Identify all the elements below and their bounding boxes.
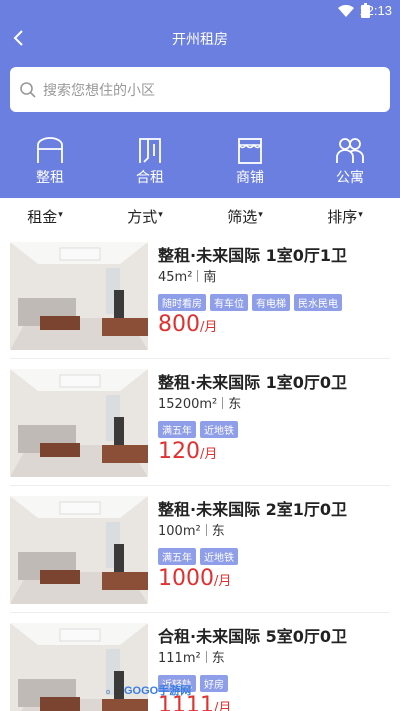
listing-item[interactable]: 整租·未来国际 1室0厅1卫 45m² 南 随时看房 有车位 有电梯 民水民电 800/…: [10, 242, 390, 352]
listing-tags: 满五年 近地铁: [158, 546, 242, 565]
listing-item[interactable]: 合租·未来国际 5室0厅0卫 111m² 东 近轻轨 好房 1111/月: [10, 623, 390, 711]
room-photo: [10, 496, 148, 604]
category-label: 整租: [36, 170, 64, 186]
door-icon: [139, 138, 161, 163]
nav-bar: 开州租房: [0, 24, 400, 54]
divider: [205, 524, 207, 536]
listing-orientation: 南: [203, 270, 217, 285]
listing-area: 111m²: [158, 651, 201, 666]
listing-area: 15200m²: [158, 397, 218, 412]
divider: [10, 485, 390, 486]
tag: 满五年: [158, 421, 196, 438]
filter-label: 租金: [27, 208, 58, 226]
caret-down-icon: ▾: [58, 210, 63, 220]
listing-item[interactable]: 整租·未来国际 2室1厅0卫 100m² 东 满五年 近地铁 1000/月: [10, 496, 390, 606]
price-value: 800: [158, 312, 200, 337]
listing-title: 整租·未来国际 2室1厅0卫: [158, 500, 348, 519]
filter-rent[interactable]: 租金▾: [0, 206, 95, 227]
filter-label: 筛选: [227, 208, 258, 226]
tag: 满五年: [158, 548, 196, 565]
divider: [205, 651, 207, 663]
listing-item[interactable]: 整租·未来国际 1室0厅0卫 15200m² 东 满五年 近地铁 120/月: [10, 369, 390, 479]
divider: [10, 358, 390, 359]
price-unit: /月: [214, 574, 232, 589]
tag: 随时看房: [158, 294, 206, 311]
tag: 近地铁: [200, 421, 238, 438]
listing-price: 1000/月: [158, 566, 231, 591]
listing-price: 120/月: [158, 439, 217, 464]
room-photo: [10, 369, 148, 477]
watermark-text: GOGO手游网: [124, 685, 192, 697]
tag: 有电梯: [252, 294, 290, 311]
category-apartment[interactable]: 公寓: [315, 136, 385, 186]
price-value: 1000: [158, 566, 214, 591]
listing-orientation: 东: [211, 524, 225, 539]
filter-sort[interactable]: 排序▾: [295, 206, 395, 227]
caret-down-icon: ▾: [358, 210, 363, 220]
tag: 有车位: [210, 294, 248, 311]
filter-label: 排序: [327, 208, 358, 226]
shop-awning-icon: [238, 138, 262, 164]
divider: [222, 397, 224, 409]
category-shop[interactable]: 商铺: [215, 136, 285, 186]
wifi-icon: [338, 5, 354, 17]
house-arch-icon: [37, 137, 63, 163]
price-value: 120: [158, 439, 200, 464]
listing-price: 800/月: [158, 312, 217, 337]
caret-down-icon: ▾: [258, 210, 263, 220]
listing-orientation: 东: [228, 397, 242, 412]
listing-area: 100m²: [158, 524, 201, 539]
listing-title: 合租·未来国际 5室0厅0卫: [158, 627, 348, 646]
divider: [197, 270, 199, 282]
status-bar: 12:13: [0, 0, 400, 24]
status-time: 12:13: [359, 3, 392, 18]
listing-title: 整租·未来国际 1室0厅0卫: [158, 373, 348, 392]
category-label: 公寓: [336, 170, 364, 186]
listing-orientation: 东: [211, 651, 225, 666]
category-label: 商铺: [236, 170, 264, 186]
filter-method[interactable]: 方式▾: [95, 206, 195, 227]
tag: 好房: [200, 675, 228, 692]
caret-down-icon: ▾: [158, 210, 163, 220]
tag: 近地铁: [200, 548, 238, 565]
listing-area: 45m²: [158, 270, 193, 285]
category-whole-rent[interactable]: 整租: [15, 136, 85, 186]
category-shared-rent[interactable]: 合租: [115, 136, 185, 186]
price-unit: /月: [200, 320, 218, 335]
filter-label: 方式: [127, 208, 158, 226]
people-icon: [336, 138, 364, 163]
filter-screen[interactable]: 筛选▾: [195, 206, 295, 227]
price-unit: /月: [214, 701, 232, 711]
watermark-logo-icon: [106, 689, 111, 695]
listing-title: 整租·未来国际 1室0厅1卫: [158, 246, 348, 265]
filter-bar: 租金▾ 方式▾ 筛选▾ 排序▾: [0, 198, 400, 234]
room-photo: [10, 242, 148, 350]
tag: 民水民电: [294, 294, 342, 311]
listing-meta: 100m² 东: [158, 520, 225, 539]
search-icon: [20, 82, 36, 98]
category-label: 合租: [136, 170, 164, 186]
search-placeholder: 搜索您想住的小区: [43, 83, 155, 99]
search-input[interactable]: 搜索您想住的小区: [10, 67, 390, 112]
listing-meta: 111m² 东: [158, 647, 225, 666]
page-title: 开州租房: [172, 32, 228, 48]
price-unit: /月: [200, 447, 218, 462]
listing-tags: 满五年 近地铁: [158, 419, 242, 438]
listing-meta: 45m² 南: [158, 266, 216, 285]
listing-meta: 15200m² 东: [158, 393, 241, 412]
header: 12:13 开州租房 搜索您想住的小区 整租 合租 商铺 公寓: [0, 0, 400, 198]
listing-tags: 随时看房 有车位 有电梯 民水民电: [158, 292, 346, 311]
divider: [10, 612, 390, 613]
